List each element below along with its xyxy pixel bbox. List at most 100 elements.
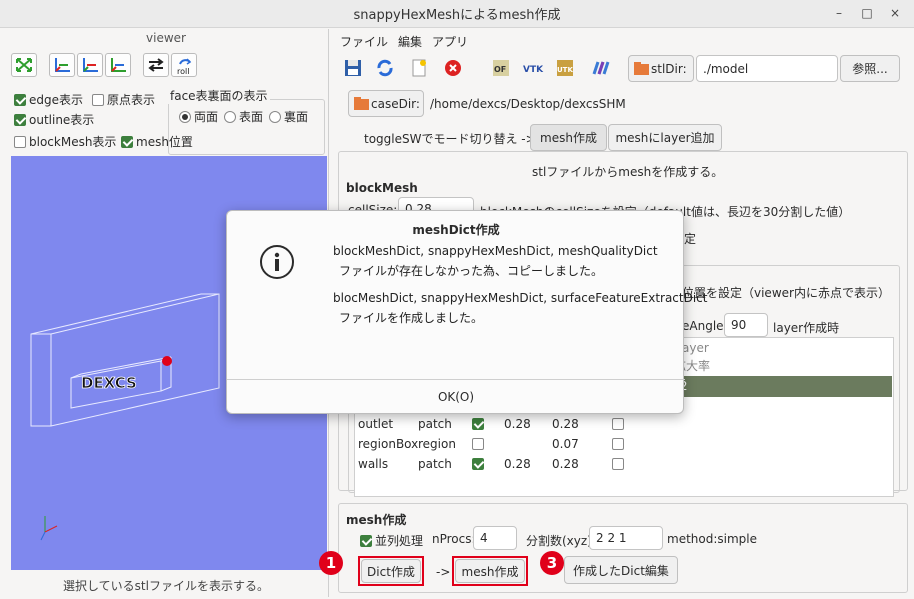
description: stlファイルからmeshを作成する。: [532, 165, 724, 179]
save-button[interactable]: [342, 57, 364, 79]
paraview-button[interactable]: [590, 57, 612, 79]
parallel-checkbox[interactable]: [360, 535, 372, 547]
new-file-button[interactable]: [408, 57, 430, 79]
dialog-line4: ファイルを作成しました。: [339, 311, 484, 325]
row-walls-type: patch: [418, 457, 452, 471]
menu-file[interactable]: ファイル: [340, 33, 388, 50]
flip-view-button[interactable]: [143, 53, 169, 77]
selected-row[interactable]: .2: [674, 376, 892, 397]
svg-text:VTK: VTK: [523, 65, 544, 75]
minimize-button[interactable]: –: [830, 4, 848, 22]
row-outlet-layer-checkbox[interactable]: [612, 418, 624, 430]
info-icon: [260, 245, 294, 279]
step-badge-3: 3: [540, 551, 564, 575]
layer-label: layer作成時: [773, 321, 840, 335]
view-x-button[interactable]: [49, 53, 75, 77]
fit-view-icon: [16, 58, 32, 72]
highlight-mesh-button: [452, 556, 528, 586]
angle-input[interactable]: 90: [724, 313, 768, 337]
axis-y-icon: [83, 58, 98, 72]
partial-text: 定: [684, 232, 697, 246]
fit-view-button[interactable]: [11, 53, 37, 77]
utk-button[interactable]: UTK: [554, 57, 576, 79]
axis-triad-icon: [40, 516, 58, 541]
menu-edit[interactable]: 編集: [398, 33, 422, 50]
outline-checkbox[interactable]: [14, 114, 26, 126]
mesh-gen-title: mesh作成: [346, 513, 407, 527]
stl-dir-input[interactable]: ./model: [696, 55, 838, 82]
menu-app[interactable]: アプリ: [432, 33, 468, 50]
arrow-label: ->: [436, 565, 451, 579]
edit-dict-button[interactable]: 作成したDict編集: [564, 556, 678, 584]
row-outlet-type: patch: [418, 417, 452, 431]
tab-mesh-create[interactable]: mesh作成: [530, 124, 607, 151]
svg-text:UTK: UTK: [557, 66, 573, 74]
window-title: snappyHexMeshによるmesh作成: [353, 8, 561, 23]
utk-icon: UTK: [557, 60, 573, 76]
face-back-radio[interactable]: 裏面: [269, 108, 308, 125]
nprocs-input[interactable]: 4: [473, 526, 517, 550]
reload-icon: [377, 59, 393, 77]
row-regionbox-layer-checkbox[interactable]: [612, 438, 624, 450]
face-front-radio[interactable]: 表面: [224, 108, 263, 125]
case-dir-path: /home/dexcs/Desktop/dexcsSHM: [430, 97, 626, 111]
face-both-radio[interactable]: 両面: [179, 108, 218, 125]
tab-add-layer[interactable]: meshにlayer追加: [608, 124, 722, 151]
axis-z-icon: [111, 58, 126, 72]
row-regionbox-checkbox[interactable]: [472, 438, 484, 450]
meshpos-checkbox[interactable]: [121, 136, 133, 148]
case-dir-button[interactable]: caseDir:: [348, 90, 424, 117]
dialog-line1: blockMeshDict, snappyHexMeshDict, meshQu…: [333, 244, 658, 258]
row-outlet-checkbox[interactable]: [472, 418, 484, 430]
dialog-line3: blocMeshDict, snappyHexMeshDict, surface…: [333, 291, 708, 305]
openfoam-button[interactable]: OF: [490, 57, 512, 79]
model-dexcs-text: DEXCS: [81, 374, 137, 392]
nprocs-label: nProcs:: [432, 532, 476, 546]
row-walls-name: walls: [358, 457, 389, 471]
row-walls-layer-checkbox[interactable]: [612, 458, 624, 470]
row-regionbox-v2: 0.07: [552, 437, 579, 451]
viewer-caption: 選択しているstlファイルを表示する。: [63, 579, 269, 593]
div-input[interactable]: 2 2 1: [589, 526, 663, 550]
highlight-dict-button: [358, 556, 424, 586]
parallel-toggle[interactable]: 並列処理: [360, 532, 423, 549]
axis-x-icon: [55, 58, 70, 72]
reload-button[interactable]: [374, 57, 396, 79]
close-button[interactable]: ×: [886, 4, 904, 22]
roll-button[interactable]: roll: [171, 53, 197, 77]
mesh-point-marker: [162, 356, 172, 366]
meshdict-dialog: meshDict作成 blockMeshDict, snappyHexMeshD…: [226, 210, 707, 414]
stop-button[interactable]: [442, 57, 464, 79]
vtk-button[interactable]: VTK: [522, 57, 544, 79]
blockmesh-checkbox[interactable]: [14, 136, 26, 148]
method-label: method:simple: [667, 532, 757, 546]
view-y-button[interactable]: [77, 53, 103, 77]
row-outlet-name: outlet: [358, 417, 394, 431]
blockmesh-toggle[interactable]: blockMesh表示: [14, 133, 116, 150]
view-z-button[interactable]: [105, 53, 131, 77]
browse-button[interactable]: 参照...: [840, 55, 900, 82]
row-outlet-v1: 0.28: [504, 417, 531, 431]
row-outlet-v2: 0.28: [552, 417, 579, 431]
menu-bar: ファイル 編集 アプリ: [340, 33, 468, 50]
mesh-position-desc: 位置を設定（viewer内に赤点で表示）: [682, 286, 890, 300]
ok-button[interactable]: OK(O): [227, 379, 685, 414]
folder-icon: [354, 96, 369, 110]
origin-toggle[interactable]: 原点表示: [92, 91, 155, 108]
step-badge-1: 1: [319, 551, 343, 575]
stl-dir-button[interactable]: stlDir:: [628, 55, 694, 82]
new-file-icon: [412, 59, 426, 77]
edge-checkbox[interactable]: [14, 94, 26, 106]
openfoam-icon: OF: [493, 60, 509, 76]
outline-toggle[interactable]: outline表示: [14, 111, 94, 128]
toggle-label: toggleSWでモード切り替え ->: [364, 132, 536, 146]
roll-icon: roll: [177, 58, 192, 76]
face-group-label: face表裏面の表示: [168, 87, 270, 104]
row-walls-checkbox[interactable]: [472, 458, 484, 470]
paraview-icon: [592, 61, 610, 75]
meshpos-toggle[interactable]: mesh位置: [121, 133, 193, 150]
origin-checkbox[interactable]: [92, 94, 104, 106]
save-icon: [345, 60, 361, 76]
maximize-button[interactable]: □: [858, 4, 876, 22]
edge-toggle[interactable]: edge表示: [14, 91, 83, 108]
